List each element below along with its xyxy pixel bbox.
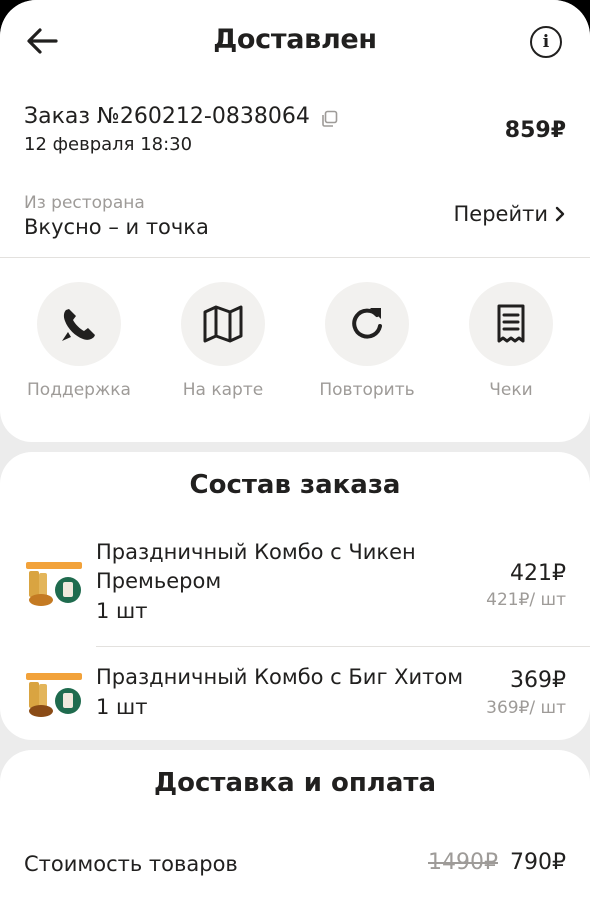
header: Доставлен i	[0, 0, 590, 84]
goods-cost-new: 790₽	[510, 850, 566, 875]
item-unit-price: 369₽/ шт	[486, 698, 566, 718]
phone-icon	[62, 309, 95, 341]
receipts-label: Чеки	[489, 380, 533, 400]
delivery-payment-card: Доставка и оплата Стоимость товаров 1490…	[0, 750, 590, 919]
item-divider	[96, 646, 590, 647]
page-title: Доставлен	[213, 24, 377, 55]
restaurant-caption: Из ресторана	[24, 193, 145, 213]
chevron-right-icon	[555, 206, 565, 222]
map-label: На карте	[182, 380, 264, 400]
copy-icon[interactable]	[320, 110, 338, 128]
section-title: Состав заказа	[189, 470, 401, 500]
item-name: Праздничный Комбо с Биг Хитом	[96, 665, 464, 689]
section-title: Доставка и оплата	[153, 768, 437, 798]
map-button[interactable]: На карте	[151, 282, 295, 400]
map-icon	[203, 305, 243, 343]
support-button[interactable]: Поддержка	[7, 282, 151, 400]
repeat-button[interactable]: Повторить	[295, 282, 439, 400]
repeat-icon	[352, 308, 382, 339]
list-item[interactable]: Праздничный Комбо с Биг Хитом 1 шт 369₽ …	[0, 663, 590, 729]
order-summary-card: Доставлен i Заказ №260212-0838064 12 фев…	[0, 0, 590, 442]
item-qty: 1 шт	[96, 695, 148, 719]
support-label: Поддержка	[27, 380, 131, 400]
receipt-icon	[497, 304, 525, 343]
product-image	[26, 673, 82, 717]
info-icon[interactable]: i	[530, 26, 562, 58]
goto-label: Перейти	[453, 202, 549, 226]
item-unit-price: 421₽/ шт	[486, 590, 566, 610]
item-name: Праздничный Комбо с Чикен Премьером	[96, 540, 416, 593]
repeat-label: Повторить	[319, 380, 415, 400]
goods-cost-old: 1490₽	[428, 850, 498, 875]
restaurant-name: Вкусно – и точка	[24, 215, 209, 239]
goto-restaurant-link[interactable]: Перейти	[454, 202, 567, 226]
item-price: 369₽	[510, 668, 566, 693]
receipts-button[interactable]: Чеки	[439, 282, 583, 400]
item-qty: 1 шт	[96, 599, 148, 623]
goods-cost-label: Стоимость товаров	[24, 852, 238, 876]
divider	[0, 257, 590, 258]
order-contents-card: Состав заказа Праздничный Комбо с Чикен …	[0, 452, 590, 740]
list-item[interactable]: Праздничный Комбо с Чикен Премьером 1 шт…	[0, 538, 590, 646]
order-total: 859₽	[504, 118, 566, 143]
product-image	[26, 562, 82, 606]
item-price: 421₽	[510, 561, 566, 586]
order-number: Заказ №260212-0838064	[24, 104, 310, 129]
order-screen: Доставлен i Заказ №260212-0838064 12 фев…	[0, 0, 590, 919]
order-date: 12 февраля 18:30	[24, 134, 193, 155]
